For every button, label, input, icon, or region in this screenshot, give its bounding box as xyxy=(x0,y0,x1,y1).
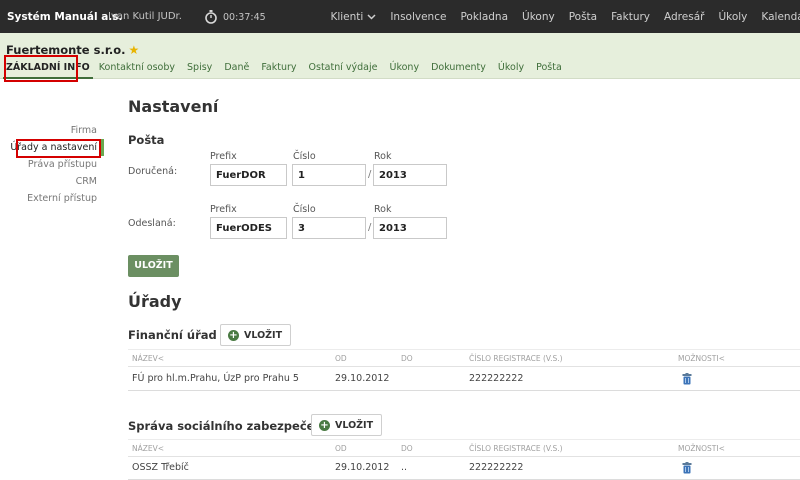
sent-prefix-input[interactable] xyxy=(210,217,287,239)
timer-value: 00:37:45 xyxy=(223,11,266,23)
col-to[interactable]: DO xyxy=(401,354,413,363)
save-button[interactable]: ULOŽIT xyxy=(128,255,179,277)
table-header: NÁZEV< OD DO ČÍSLO REGISTRACE (V.S.) MOŽ… xyxy=(128,349,800,367)
col-reg[interactable]: ČÍSLO REGISTRACE (V.S.) xyxy=(469,444,563,453)
received-number-input[interactable] xyxy=(292,164,366,186)
post-section-title: Pošta xyxy=(128,133,165,147)
number-label: Číslo xyxy=(293,204,316,215)
slash-separator: / xyxy=(368,222,372,233)
star-icon[interactable]: ★ xyxy=(129,43,140,57)
col-to[interactable]: DO xyxy=(401,444,413,453)
sent-year-input[interactable] xyxy=(373,217,447,239)
nav-pokladna[interactable]: Pokladna xyxy=(460,11,508,23)
nav-ukony[interactable]: Úkony xyxy=(522,11,555,23)
chevron-down-icon xyxy=(367,13,376,20)
received-label: Doručená: xyxy=(128,166,178,177)
add-label: VLOŽIT xyxy=(244,329,283,341)
tab-ukoly[interactable]: Úkoly xyxy=(492,61,530,79)
nav-kalendar[interactable]: Kalendář xyxy=(761,11,800,23)
prefix-label: Prefix xyxy=(210,151,237,162)
nav-insolvence[interactable]: Insolvence xyxy=(390,11,446,23)
year-label: Rok xyxy=(374,151,392,162)
nav-clients[interactable]: Klienti xyxy=(330,11,376,23)
col-reg[interactable]: ČÍSLO REGISTRACE (V.S.) xyxy=(469,354,563,363)
side-menu: Firma Úřady a nastavení Práva přístupu C… xyxy=(0,122,104,207)
office-from: 29.10.2012 xyxy=(335,373,390,384)
office-name: FÚ pro hl.m.Prahu, ÚzP pro Prahu 5 xyxy=(132,373,299,384)
nav-faktury[interactable]: Faktury xyxy=(611,11,650,23)
nav-ukoly[interactable]: Úkoly xyxy=(718,11,747,23)
col-options[interactable]: MOŽNOSTI< xyxy=(678,444,725,453)
office-name: OSSZ Třebíč xyxy=(132,462,189,473)
table-row: OSSZ Třebíč 29.10.2012 .. 222222222 xyxy=(128,456,800,480)
prefix-label: Prefix xyxy=(210,204,237,215)
offices-title: Úřady xyxy=(128,292,182,311)
side-item-externi[interactable]: Externí přístup xyxy=(0,190,104,207)
plus-icon: + xyxy=(319,419,330,431)
office-reg: 222222222 xyxy=(469,373,524,384)
number-label: Číslo xyxy=(293,151,316,162)
table-row: FÚ pro hl.m.Prahu, ÚzP pro Prahu 5 29.10… xyxy=(128,367,800,391)
nav-posta[interactable]: Pošta xyxy=(569,11,597,23)
col-from[interactable]: OD xyxy=(335,354,347,363)
tab-ostatni-vydaje[interactable]: Ostatní výdaje xyxy=(303,61,384,79)
side-item-firma[interactable]: Firma xyxy=(0,122,104,139)
office-from: 29.10.2012 xyxy=(335,462,390,473)
highlight-box-tab xyxy=(4,55,78,82)
trash-icon[interactable] xyxy=(682,462,692,474)
tab-dokumenty[interactable]: Dokumenty xyxy=(425,61,492,79)
nav-label: Klienti xyxy=(330,10,364,23)
received-year-input[interactable] xyxy=(373,164,447,186)
tab-spisy[interactable]: Spisy xyxy=(181,61,218,79)
tab-faktury[interactable]: Faktury xyxy=(255,61,302,79)
user-name[interactable]: Ivan Kutil JUDr. xyxy=(108,11,182,22)
nav-adresar[interactable]: Adresář xyxy=(664,11,704,23)
side-item-prava[interactable]: Práva přístupu xyxy=(0,156,104,173)
col-name[interactable]: NÁZEV< xyxy=(132,354,164,363)
highlight-box-side xyxy=(16,139,101,158)
office-to: .. xyxy=(401,462,408,473)
plus-icon: + xyxy=(228,329,239,341)
main-nav: Klienti Insolvence Pokladna Úkony Pošta … xyxy=(316,0,800,33)
col-from[interactable]: OD xyxy=(335,444,347,453)
col-options[interactable]: MOŽNOSTI< xyxy=(678,354,725,363)
table-header: NÁZEV< OD DO ČÍSLO REGISTRACE (V.S.) MOŽ… xyxy=(128,439,800,457)
add-tax-office-button[interactable]: + VLOŽIT xyxy=(220,324,292,346)
timer[interactable]: 00:37:45 xyxy=(205,9,266,25)
add-label: VLOŽIT xyxy=(335,419,374,431)
side-item-crm[interactable]: CRM xyxy=(0,173,104,190)
tax-office-title: Finanční úřad xyxy=(128,328,217,342)
tab-ukony[interactable]: Úkony xyxy=(384,61,426,79)
year-label: Rok xyxy=(374,204,392,215)
settings-title: Nastavení xyxy=(128,97,219,116)
sent-number-input[interactable] xyxy=(292,217,366,239)
add-social-office-button[interactable]: + VLOŽIT xyxy=(311,414,383,436)
received-prefix-input[interactable] xyxy=(210,164,287,186)
tab-posta[interactable]: Pošta xyxy=(530,61,568,79)
company-header: Fuertemonte s.r.o. ★ ZÁKLADNÍ INFO Konta… xyxy=(0,33,800,79)
company-tabs: ZÁKLADNÍ INFO Kontaktní osoby Spisy Daně… xyxy=(0,61,568,79)
stopwatch-icon xyxy=(205,10,217,24)
tab-kontaktni-osoby[interactable]: Kontaktní osoby xyxy=(93,61,181,79)
col-name[interactable]: NÁZEV< xyxy=(132,444,164,453)
tab-dane[interactable]: Daně xyxy=(218,61,255,79)
trash-icon[interactable] xyxy=(682,373,692,385)
slash-separator: / xyxy=(368,169,372,180)
brand-name[interactable]: Systém Manuál a.s. xyxy=(7,11,123,23)
top-bar: Systém Manuál a.s. Ivan Kutil JUDr. 00:3… xyxy=(0,0,800,33)
office-reg: 222222222 xyxy=(469,462,524,473)
social-office-title: Správa sociálního zabezpečení xyxy=(128,419,327,433)
sent-label: Odeslaná: xyxy=(128,218,176,229)
